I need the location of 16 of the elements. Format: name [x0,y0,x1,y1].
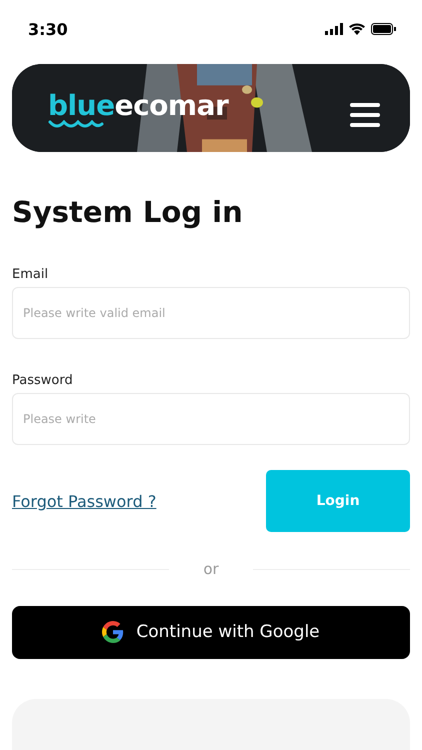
input-field[interactable]: Please write [12,393,410,446]
logo[interactable]: blueecomar [48,92,228,120]
page-title: System Log in [12,195,244,230]
battery-icon [371,23,396,36]
google-icon [102,621,124,644]
forgot-password-link[interactable]: Forgot Password ? [12,492,156,511]
menu-icon[interactable] [350,103,380,128]
google-button[interactable]: Continue with Google [12,606,410,659]
wave-icon [48,120,104,130]
field-label: Password [12,373,74,388]
field-label: Email [12,267,50,282]
status-time: 3:30 [28,20,68,39]
divider-text: or [202,560,220,578]
wifi-icon [349,23,365,36]
signal-icon [325,23,343,36]
input-field[interactable]: Please write valid email [12,287,410,340]
